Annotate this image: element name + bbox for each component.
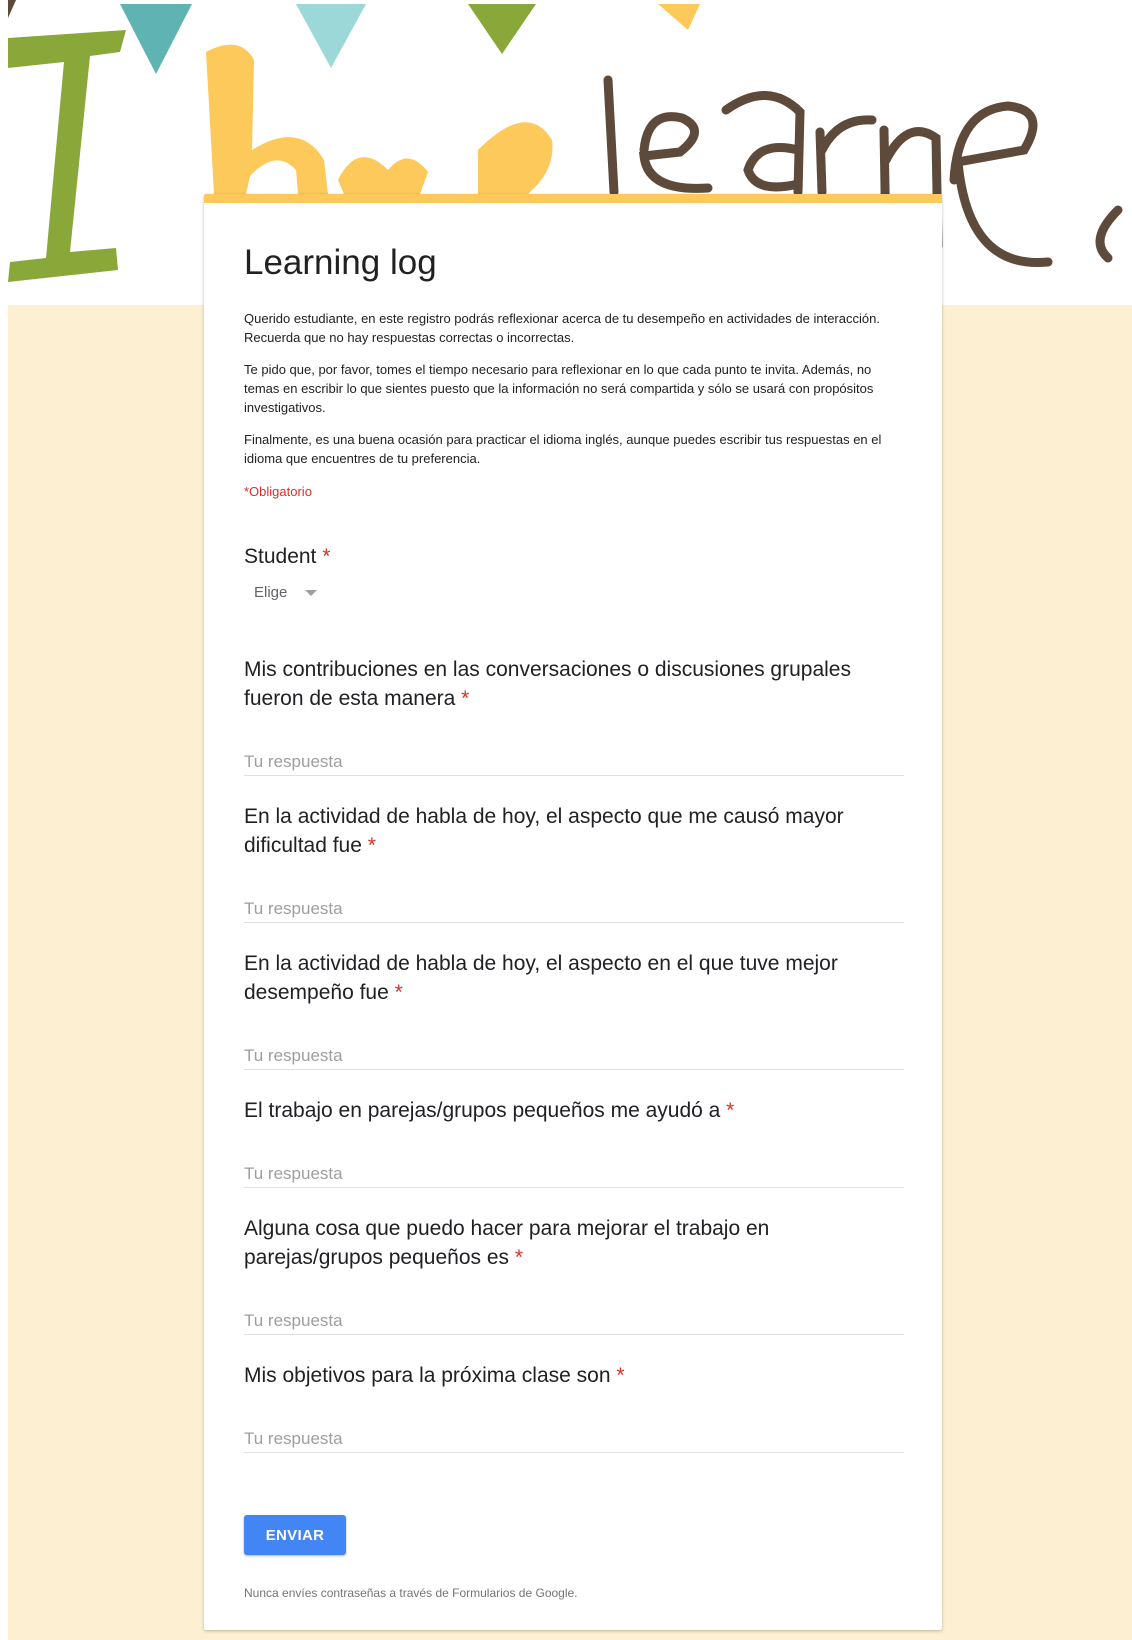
question-best-performance: En la actividad de habla de hoy, el aspe… [244, 949, 904, 1007]
form-content: Learning log Querido estudiante, en este… [244, 203, 904, 1600]
question-label: Mis objetivos para la próxima clase son … [244, 1364, 625, 1387]
required-star: * [394, 981, 403, 1004]
flag-icon [8, 0, 16, 18]
form-description: Querido estudiante, en este registro pod… [244, 309, 904, 468]
required-star: * [322, 545, 331, 568]
question-label: Student * [244, 545, 331, 568]
description-paragraph: Querido estudiante, en este registro pod… [244, 311, 880, 345]
question-contributions: Mis contribuciones en las conversaciones… [244, 655, 904, 713]
question-difficulty: En la actividad de habla de hoy, el aspe… [244, 802, 904, 860]
required-note: *Obligatorio [244, 484, 312, 499]
form-title: Learning log [244, 243, 437, 282]
question-label: El trabajo en parejas/grupos pequeños me… [244, 1099, 735, 1122]
letter-e-artwork [478, 122, 553, 194]
question-label: En la actividad de habla de hoy, el aspe… [244, 952, 838, 1004]
submit-button[interactable]: ENVIAR [244, 1515, 346, 1555]
question-label: En la actividad de habla de hoy, el aspe… [244, 805, 844, 857]
flag-icon [296, 4, 366, 68]
question-label: Mis contribuciones en las conversaciones… [244, 658, 851, 710]
form-card: Learning log Querido estudiante, en este… [204, 194, 942, 1630]
required-star: * [367, 834, 376, 857]
question-label: Alguna cosa que puedo hacer para mejorar… [244, 1217, 770, 1269]
dropdown-value: Elige [254, 583, 288, 601]
letters-av-artwork [338, 157, 428, 194]
page-edge [0, 0, 8, 1640]
question-student: Student * [244, 542, 904, 571]
form-accent-bar [204, 194, 942, 203]
chevron-down-icon [305, 590, 318, 596]
answer-input-improve-group-work[interactable] [244, 1308, 904, 1335]
required-star: * [616, 1364, 625, 1387]
description-paragraph: Finalmente, es una buena ocasión para pr… [244, 432, 882, 466]
answer-input-difficulty[interactable] [244, 896, 904, 923]
question-next-class-goals: Mis objetivos para la próxima clase son … [244, 1361, 904, 1390]
flag-icon [468, 4, 536, 54]
flag-icon [120, 4, 192, 74]
question-group-work-helped: El trabajo en parejas/grupos pequeños me… [244, 1096, 904, 1125]
answer-input-next-class-goals[interactable] [244, 1426, 904, 1453]
password-warning: Nunca envíes contraseñas a través de For… [244, 1586, 578, 1600]
student-dropdown[interactable]: Elige [254, 578, 318, 606]
question-improve-group-work: Alguna cosa que puedo hacer para mejorar… [244, 1214, 904, 1272]
answer-input-best-performance[interactable] [244, 1043, 904, 1070]
letter-h-artwork [206, 44, 328, 194]
required-star: * [461, 687, 470, 710]
required-star: * [514, 1246, 524, 1269]
letter-i-artwork [8, 30, 126, 282]
answer-input-contributions[interactable] [244, 749, 904, 776]
answer-input-group-work-helped[interactable] [244, 1161, 904, 1188]
required-star: * [726, 1099, 735, 1122]
description-paragraph: Te pido que, por favor, tomes el tiempo … [244, 362, 874, 415]
flag-icon [658, 4, 700, 30]
